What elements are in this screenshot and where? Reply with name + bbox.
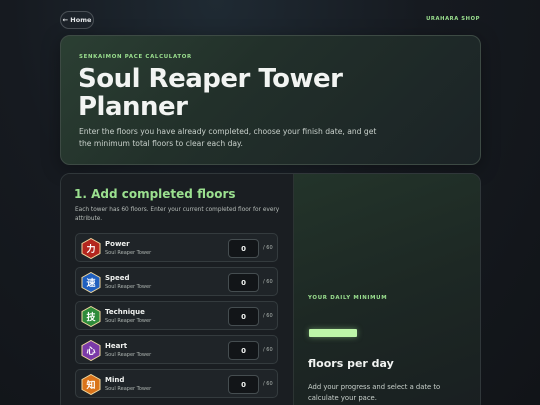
tower-row-power: 力 Power Soul Reaper Tower / 60 xyxy=(75,233,278,262)
mind-glyph: 知 xyxy=(86,381,96,391)
speed-attribute-icon: 速 xyxy=(81,272,101,293)
tower-row-speed: 速 Speed Soul Reaper Tower / 60 xyxy=(75,267,278,296)
tower-subtitle: Soul Reaper Tower xyxy=(105,386,152,392)
tower-row-heart: 心 Heart Soul Reaper Tower / 60 xyxy=(75,335,278,364)
floor-max: / 60 xyxy=(263,347,273,353)
page-title: Soul Reaper Tower Planner xyxy=(78,64,343,122)
calculator-panel: 1. Add completed floors Each tower has 6… xyxy=(60,173,481,405)
technique-attribute-icon: 技 xyxy=(81,306,101,327)
heart-attribute-icon: 心 xyxy=(81,340,101,361)
pace-unit: floors per day xyxy=(308,357,394,370)
daily-minimum-label: YOUR DAILY MINIMUM xyxy=(308,295,388,301)
power-attribute-icon: 力 xyxy=(81,238,101,259)
floor-max: / 60 xyxy=(263,279,273,285)
pace-value-placeholder xyxy=(309,329,357,337)
hero-card: SENKAIMON PACE CALCULATOR Soul Reaper To… xyxy=(60,35,481,165)
mind-attribute-icon: 知 xyxy=(81,374,101,395)
power-floor-input[interactable] xyxy=(228,239,259,258)
home-button[interactable]: ← Home xyxy=(60,11,94,29)
tower-name: Mind xyxy=(105,376,125,384)
tower-row-technique: 技 Technique Soul Reaper Tower / 60 xyxy=(75,301,278,330)
floor-max: / 60 xyxy=(263,245,273,251)
speed-glyph: 速 xyxy=(86,279,96,289)
tower-name: Heart xyxy=(105,342,128,350)
tower-name: Speed xyxy=(105,274,130,282)
technique-floor-input[interactable] xyxy=(228,307,259,326)
heart-glyph: 心 xyxy=(86,347,96,357)
urahara-shop-link[interactable]: URAHARA SHOP xyxy=(426,16,480,22)
hero-description: Enter the floors you have already comple… xyxy=(79,127,377,148)
tower-row-mind: 知 Mind Soul Reaper Tower / 60 xyxy=(75,369,278,398)
section-title: 1. Add completed floors xyxy=(74,187,236,201)
hero-kicker: SENKAIMON PACE CALCULATOR xyxy=(79,54,192,60)
floor-max: / 60 xyxy=(263,313,273,319)
result-section: YOUR DAILY MINIMUM floors per day Add yo… xyxy=(293,174,480,405)
tower-subtitle: Soul Reaper Tower xyxy=(105,318,152,324)
tower-name: Power xyxy=(105,240,130,248)
floor-max: / 60 xyxy=(263,381,273,387)
tower-subtitle: Soul Reaper Tower xyxy=(105,352,152,358)
floors-section: 1. Add completed floors Each tower has 6… xyxy=(61,174,293,405)
pace-hint: Add your progress and select a date to c… xyxy=(308,383,441,402)
section-description: Each tower has 60 floors. Enter your cur… xyxy=(75,207,280,222)
power-glyph: 力 xyxy=(86,245,96,255)
technique-glyph: 技 xyxy=(86,313,96,323)
heart-floor-input[interactable] xyxy=(228,341,259,360)
tower-name: Technique xyxy=(105,308,145,316)
top-bar: ← Home URAHARA SHOP xyxy=(0,0,540,40)
speed-floor-input[interactable] xyxy=(228,273,259,292)
tower-subtitle: Soul Reaper Tower xyxy=(105,250,152,256)
mind-floor-input[interactable] xyxy=(228,375,259,394)
tower-subtitle: Soul Reaper Tower xyxy=(105,284,152,290)
